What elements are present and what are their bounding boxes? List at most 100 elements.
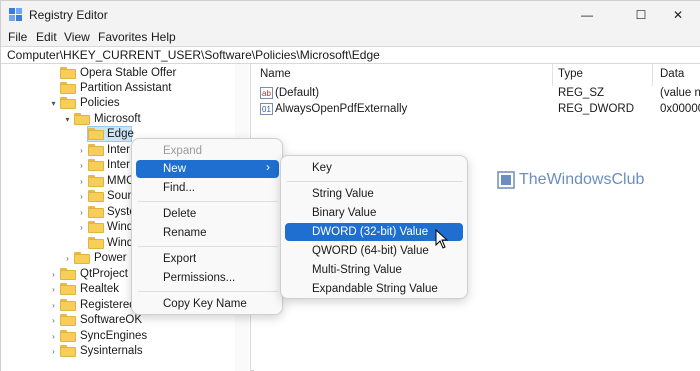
- submenu-string-value[interactable]: String Value: [312, 185, 462, 203]
- value-name: (Default): [275, 87, 320, 99]
- string-value-icon: ab: [260, 87, 273, 99]
- menu-view[interactable]: View: [64, 30, 90, 44]
- tree-item-sysinternals[interactable]: › Sysinternals: [1, 343, 235, 359]
- menu-divider: [138, 201, 278, 202]
- menu-edit[interactable]: Edit: [36, 30, 57, 44]
- dword-value-icon: 01: [260, 103, 273, 115]
- folder-icon: [88, 144, 104, 156]
- folder-icon: [88, 175, 104, 187]
- folder-icon: [60, 283, 76, 295]
- ctx-expand[interactable]: Expand: [163, 142, 273, 160]
- value-row-alwaysopenpdfexternally[interactable]: 01 AlwaysOpenPdfExternally REG_DWORD 0x0…: [254, 102, 700, 118]
- folder-icon: [88, 206, 104, 218]
- chevron-right-icon[interactable]: ›: [49, 347, 58, 356]
- watermark: TheWindowsClub: [497, 171, 644, 189]
- tree-item-opera-stable-offer[interactable]: Opera Stable Offer: [1, 65, 235, 81]
- chevron-right-icon[interactable]: ›: [77, 177, 86, 186]
- folder-icon: [88, 128, 104, 140]
- chevron-right-icon[interactable]: ›: [63, 254, 72, 263]
- value-row-default[interactable]: ab (Default) REG_SZ (value n: [254, 86, 700, 102]
- new-submenu: Key String Value Binary Value DWORD (32-…: [280, 155, 468, 299]
- chevron-right-icon[interactable]: ›: [77, 161, 86, 170]
- chevron-right-icon[interactable]: ›: [77, 146, 86, 155]
- value-name: AlwaysOpenPdfExternally: [275, 103, 408, 115]
- column-separator[interactable]: [552, 64, 553, 86]
- close-button[interactable]: ✕: [655, 1, 700, 29]
- chevron-right-icon[interactable]: ›: [49, 316, 58, 325]
- chevron-right-icon[interactable]: ›: [77, 192, 86, 201]
- value-type: REG_SZ: [558, 87, 605, 99]
- close-icon: ✕: [672, 8, 684, 22]
- folder-icon: [60, 268, 76, 280]
- tree-item-label: Sysinternals: [80, 345, 143, 357]
- tree-item-label: SyncEngines: [80, 330, 148, 342]
- ctx-rename[interactable]: Rename: [163, 224, 273, 242]
- ctx-find[interactable]: Find...: [163, 179, 273, 197]
- tree-item-label: Inter: [107, 144, 131, 156]
- registry-editor-app-icon: [9, 8, 22, 21]
- tree-item-label: QtProject: [80, 268, 128, 280]
- menu-favorites[interactable]: Favorites: [98, 30, 147, 44]
- value-type: REG_DWORD: [558, 103, 635, 115]
- folder-icon: [74, 113, 90, 125]
- watermark-logo-icon: [497, 171, 515, 189]
- tree-item-partition-assistant[interactable]: Partition Assistant: [1, 80, 235, 96]
- submenu-arrow-icon: ›: [266, 160, 270, 174]
- folder-icon: [60, 345, 76, 357]
- menu-divider: [138, 291, 278, 292]
- submenu-binary-value[interactable]: Binary Value: [312, 204, 462, 222]
- chevron-right-icon[interactable]: ›: [49, 301, 58, 310]
- chevron-down-icon[interactable]: ▾: [63, 115, 72, 124]
- folder-icon: [60, 299, 76, 311]
- ctx-new[interactable]: New: [163, 160, 273, 178]
- tree-item-label: Microsoft: [94, 113, 141, 125]
- tree-item-label: Inter: [107, 159, 131, 171]
- submenu-key[interactable]: Key: [312, 159, 462, 177]
- folder-icon: [88, 237, 104, 249]
- folder-icon: [60, 67, 76, 79]
- menu-bar: File Edit View Favorites Help: [1, 29, 700, 47]
- ctx-export[interactable]: Export: [163, 250, 273, 268]
- column-separator[interactable]: [652, 64, 653, 86]
- column-header-name[interactable]: Name: [260, 64, 291, 86]
- tree-item-label: Soun: [107, 190, 134, 202]
- tree-item-policies[interactable]: ▾ Policies: [1, 95, 235, 111]
- mouse-cursor-icon: [435, 229, 449, 249]
- ctx-copy-key-name[interactable]: Copy Key Name: [163, 295, 273, 313]
- address-bar[interactable]: Computer\HKEY_CURRENT_USER\Software\Poli…: [1, 46, 700, 64]
- tree-item-label: Power: [94, 252, 127, 264]
- tree-item-label: Policies: [80, 97, 120, 109]
- tree-item-label: SoftwareOK: [80, 314, 142, 326]
- tree-item-microsoft[interactable]: ▾ Microsoft: [1, 111, 235, 127]
- chevron-right-icon[interactable]: ›: [77, 223, 86, 232]
- tree-item-label: Partition Assistant: [80, 82, 172, 94]
- folder-icon: [60, 314, 76, 326]
- menu-help[interactable]: Help: [151, 30, 176, 44]
- chevron-down-icon[interactable]: ▾: [49, 99, 58, 108]
- address-path[interactable]: Computer\HKEY_CURRENT_USER\Software\Poli…: [7, 48, 380, 62]
- context-menu: Expand New › Find... Delete Rename Expor…: [131, 138, 283, 315]
- chevron-right-icon[interactable]: ›: [49, 332, 58, 341]
- submenu-expandable-string-value[interactable]: Expandable String Value: [312, 280, 462, 298]
- chevron-right-icon[interactable]: ›: [49, 285, 58, 294]
- folder-icon: [88, 190, 104, 202]
- window-title: Registry Editor: [29, 8, 108, 22]
- submenu-multi-string-value[interactable]: Multi-String Value: [312, 261, 462, 279]
- value-data: 0x00000: [660, 103, 700, 115]
- menu-divider: [287, 181, 463, 182]
- ctx-delete[interactable]: Delete: [163, 205, 273, 223]
- title-bar[interactable]: Registry Editor — ☐ ✕: [1, 1, 700, 29]
- tree-item-syncengines[interactable]: › SyncEngines: [1, 328, 235, 344]
- folder-icon: [60, 82, 76, 94]
- chevron-right-icon[interactable]: ›: [77, 208, 86, 217]
- ctx-permissions[interactable]: Permissions...: [163, 269, 273, 287]
- folder-icon: [88, 221, 104, 233]
- column-header-data[interactable]: Data: [660, 64, 684, 86]
- registry-editor-window: Registry Editor — ☐ ✕ File Edit View Fav…: [0, 0, 700, 371]
- menu-file[interactable]: File: [8, 30, 27, 44]
- minimize-button[interactable]: —: [564, 1, 610, 29]
- column-header-type[interactable]: Type: [558, 64, 583, 86]
- value-data: (value n: [660, 87, 700, 99]
- chevron-right-icon[interactable]: ›: [49, 270, 58, 279]
- folder-icon: [60, 97, 76, 109]
